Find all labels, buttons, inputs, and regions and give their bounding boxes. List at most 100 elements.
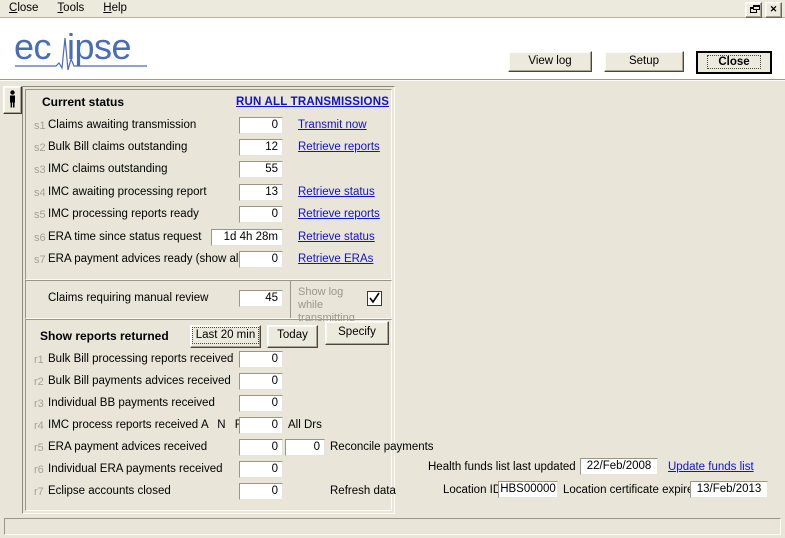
checkmark-icon xyxy=(369,292,380,304)
row-index-s6: s6 xyxy=(34,232,46,244)
header-button-group: View log Setup Close xyxy=(508,51,772,74)
close-button-label: Close xyxy=(707,55,761,69)
menu-item-help[interactable]: Help xyxy=(100,1,130,15)
update-funds-list-link[interactable]: Update funds list xyxy=(668,461,754,473)
header-band: ec ipse View log Setup Close xyxy=(0,18,785,80)
row-value-r4[interactable]: 0 xyxy=(239,417,283,434)
close-icon: ✕ xyxy=(769,4,778,14)
row-value-s5[interactable]: 0 xyxy=(239,206,283,223)
row-value-r7[interactable]: 0 xyxy=(239,483,283,500)
menu-rest-help: elp xyxy=(111,2,127,14)
row-label-s1: Claims awaiting transmission xyxy=(48,119,197,131)
last-20-min-label: Last 20 min xyxy=(192,327,259,344)
row-index-r3: r3 xyxy=(34,398,44,410)
main-panel: Current status RUN ALL TRANSMISSIONS s1 … xyxy=(22,86,434,514)
last-20-min-button[interactable]: Last 20 min xyxy=(190,325,261,348)
health-funds-label: Health funds list last updated xyxy=(428,461,576,473)
location-id-value[interactable]: HBS00000 xyxy=(498,481,558,498)
view-log-button[interactable]: View log xyxy=(508,51,592,72)
row-index-s2: s2 xyxy=(34,142,46,154)
row-label-s5: IMC processing reports ready xyxy=(48,208,199,220)
row-label-s4: IMC awaiting processing report xyxy=(48,186,207,198)
status-row-s1: s1 Claims awaiting transmission 0 Transm… xyxy=(26,116,393,138)
reports-row-r4: r4 IMC process reports received A N R 0 … xyxy=(26,416,393,438)
menu-accel-help: H xyxy=(103,2,112,14)
manual-review-label: Claims requiring manual review xyxy=(48,292,209,304)
row-value-s6[interactable]: 1d 4h 28m xyxy=(211,229,283,246)
specify-button[interactable]: Specify xyxy=(325,321,389,345)
retrieve-reports-link-s5[interactable]: Retrieve reports xyxy=(298,208,380,220)
reports-row-r5: r5 ERA payment advices received 0 0 Reco… xyxy=(26,438,434,460)
row-value2-r5-all-drs[interactable]: 0 xyxy=(285,439,325,456)
refresh-data-link[interactable]: Refresh data xyxy=(330,485,396,497)
menu-bar: Close Tools Help xyxy=(6,1,130,15)
current-status-group: Current status RUN ALL TRANSMISSIONS s1 … xyxy=(25,89,392,280)
row-index-r5: r5 xyxy=(34,442,44,454)
person-button[interactable] xyxy=(3,86,22,114)
health-funds-date[interactable]: 22/Feb/2008 xyxy=(580,458,658,475)
row-label-r2: Bulk Bill payments advices received xyxy=(48,375,231,387)
row-index-s4: s4 xyxy=(34,187,46,199)
row-index-r1: r1 xyxy=(34,354,44,366)
status-row-s7: s7 ERA payment advices ready (show all) … xyxy=(26,250,393,272)
window-controls: ✕ xyxy=(745,2,782,18)
menu-item-tools[interactable]: Tools xyxy=(54,1,87,15)
row-index-r4: r4 xyxy=(34,420,44,432)
row-index-r7: r7 xyxy=(34,486,44,498)
close-button[interactable]: Close xyxy=(696,51,772,74)
row-label-s7: ERA payment advices ready (show all) xyxy=(48,253,245,265)
menu-item-close[interactable]: Close xyxy=(6,1,41,15)
setup-button[interactable]: Setup xyxy=(604,51,684,72)
reconcile-payments-link[interactable]: Reconcile payments xyxy=(330,441,434,454)
close-window-button[interactable]: ✕ xyxy=(765,2,782,18)
row-index-s5: s5 xyxy=(34,209,46,221)
all-drs-header: All Drs xyxy=(288,419,322,431)
location-id-label: Location ID: xyxy=(443,484,505,496)
reports-returned-group: Show reports returned Last 20 min Today … xyxy=(25,319,434,511)
row-label-r7: Eclipse accounts closed xyxy=(48,485,171,497)
today-button[interactable]: Today xyxy=(267,325,318,348)
show-log-box: Show log while transmitting xyxy=(290,281,393,324)
run-all-transmissions-link[interactable]: RUN ALL TRANSMISSIONS xyxy=(236,96,389,108)
current-status-title: Current status xyxy=(42,95,125,109)
eclipse-logo: ec ipse xyxy=(14,26,147,71)
certificate-expires-date[interactable]: 13/Feb/2013 xyxy=(690,481,768,498)
row-label-s6: ERA time since status request xyxy=(48,231,202,243)
row-value-r6[interactable]: 0 xyxy=(239,461,283,478)
row-label-r1: Bulk Bill processing reports received xyxy=(48,353,234,365)
status-row-s2: s2 Bulk Bill claims outstanding 12 Retri… xyxy=(26,138,393,160)
menu-rest-tools: ools xyxy=(63,2,85,14)
row-value-r1[interactable]: 0 xyxy=(239,351,283,368)
reports-row-r7: r7 Eclipse accounts closed 0 Refresh dat… xyxy=(26,482,396,504)
restore-window-button[interactable] xyxy=(745,2,762,18)
retrieve-eras-link[interactable]: Retrieve ERAs xyxy=(298,253,373,265)
row-value-s2[interactable]: 12 xyxy=(239,139,283,156)
row-value-r2[interactable]: 0 xyxy=(239,373,283,390)
row-label-r4: IMC process reports received xyxy=(48,419,199,431)
restore-icon xyxy=(750,5,760,13)
certificate-expires-label: Location certificate expires xyxy=(563,484,700,496)
row-value-s3[interactable]: 55 xyxy=(239,161,283,178)
retrieve-status-link-s4[interactable]: Retrieve status xyxy=(298,186,375,198)
row-value-r5[interactable]: 0 xyxy=(239,439,283,456)
show-log-checkbox[interactable] xyxy=(367,291,382,306)
transmit-now-link[interactable]: Transmit now xyxy=(298,119,367,131)
row-value-r3[interactable]: 0 xyxy=(239,395,283,412)
status-row-s5: s5 IMC processing reports ready 0 Retrie… xyxy=(26,205,393,227)
manual-review-value[interactable]: 45 xyxy=(239,290,283,307)
status-row-s3: s3 IMC claims outstanding 55 xyxy=(26,160,393,182)
row-label-s2: Bulk Bill claims outstanding xyxy=(48,141,188,153)
row-value-s7[interactable]: 0 xyxy=(239,251,283,268)
reports-row-r2: r2 Bulk Bill payments advices received 0 xyxy=(26,372,393,394)
retrieve-status-link-s6[interactable]: Retrieve status xyxy=(298,231,375,243)
row-label-r6: Individual ERA payments received xyxy=(48,463,223,475)
row-value-s1[interactable]: 0 xyxy=(239,117,283,134)
title-bar: Close Tools Help ✕ xyxy=(0,0,785,18)
svg-text:ec: ec xyxy=(14,26,52,67)
manual-review-box: Claims requiring manual review 45 Show l… xyxy=(25,280,393,324)
row-value-s4[interactable]: 13 xyxy=(239,184,283,201)
reports-row-r1: r1 Bulk Bill processing reports received… xyxy=(26,350,393,372)
row-label-r3: Individual BB payments received xyxy=(48,397,215,409)
retrieve-reports-link-s2[interactable]: Retrieve reports xyxy=(298,141,380,153)
svg-text:ipse: ipse xyxy=(67,26,131,67)
